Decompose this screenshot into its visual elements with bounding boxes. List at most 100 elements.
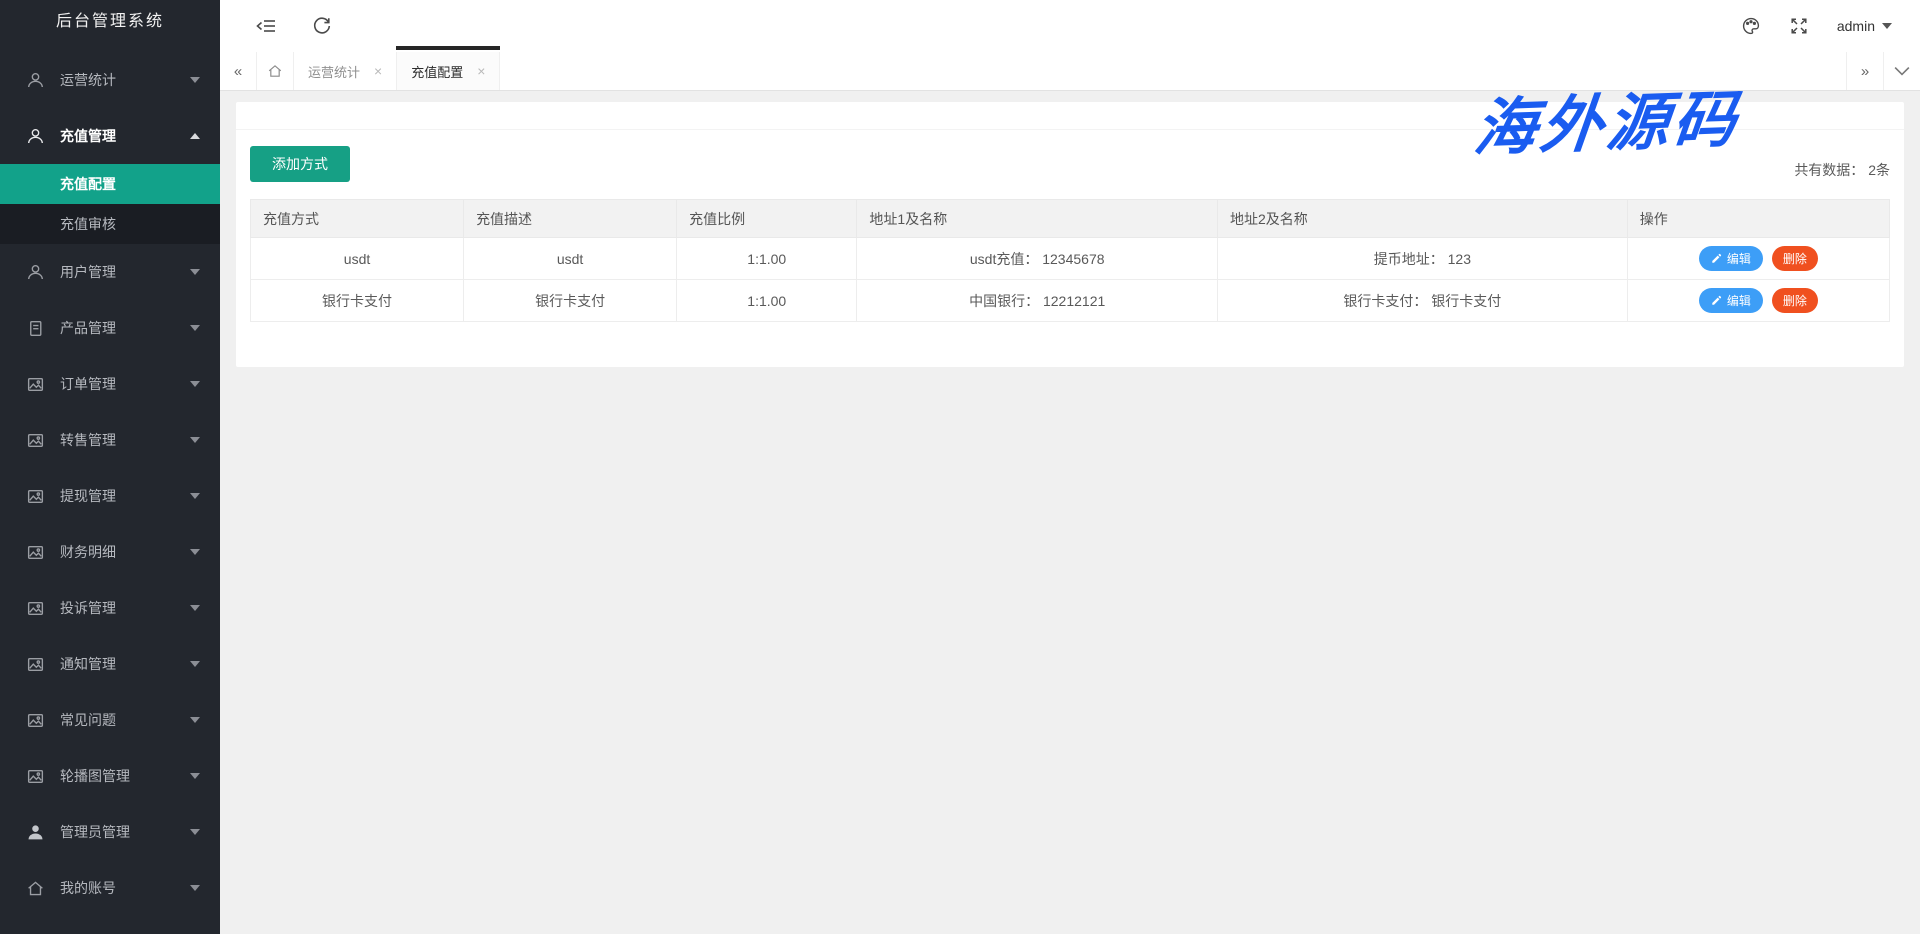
topbar-left (256, 16, 332, 36)
sidebar-subitem-recharge-config[interactable]: 充值配置 (0, 164, 220, 204)
sidebar-item-label: 产品管理 (60, 318, 190, 338)
tab-label: 充值配置 (411, 62, 463, 81)
cell-method: usdt (251, 238, 464, 280)
chevron-down-icon (190, 661, 200, 667)
tab-label: 运营统计 (308, 62, 360, 81)
sidebar-item-user-management[interactable]: 用户管理 (0, 244, 220, 300)
refresh-icon[interactable] (312, 16, 332, 36)
chevron-down-icon (190, 885, 200, 891)
sidebar-item-notice-management[interactable]: 通知管理 (0, 636, 220, 692)
image-icon (26, 431, 45, 450)
sidebar: 后台管理系统 运营统计 充值管理 充值配置 充值审核 (0, 0, 220, 934)
chevron-down-icon (190, 717, 200, 723)
edit-button[interactable]: 编辑 (1699, 288, 1763, 313)
chevron-down-icon (190, 269, 200, 275)
sidebar-item-label: 订单管理 (60, 374, 190, 394)
cell-ratio: 1:1.00 (677, 280, 857, 322)
sidebar-item-resale-management[interactable]: 转售管理 (0, 412, 220, 468)
pencil-icon (1711, 295, 1722, 306)
home-icon (26, 879, 45, 898)
image-icon (26, 711, 45, 730)
sidebar-submenu-recharge: 充值配置 充值审核 (0, 164, 220, 244)
tab-recharge-config[interactable]: 充值配置 × (397, 52, 500, 90)
home-icon (267, 63, 283, 79)
tabbar-spacer (500, 52, 1846, 90)
fullscreen-icon[interactable] (1789, 16, 1809, 36)
cell-ratio: 1:1.00 (677, 238, 857, 280)
col-header-description: 充值描述 (464, 200, 677, 238)
sidebar-item-recharge-management[interactable]: 充值管理 (0, 108, 220, 164)
sidebar-item-label: 运营统计 (60, 70, 190, 90)
sidebar-item-label: 提现管理 (60, 486, 190, 506)
chevron-down-icon (190, 493, 200, 499)
col-header-actions: 操作 (1627, 200, 1889, 238)
chevron-down-icon (190, 325, 200, 331)
sidebar-item-label: 轮播图管理 (60, 766, 190, 786)
add-method-button[interactable]: 添加方式 (250, 146, 350, 182)
content-area: 海外源码 添加方式 共有数据： 2条 充值方式 (220, 91, 1920, 934)
user-icon (26, 127, 45, 146)
sidebar-item-carousel-management[interactable]: 轮播图管理 (0, 748, 220, 804)
edit-label: 编辑 (1727, 292, 1751, 309)
image-icon (26, 543, 45, 562)
chevron-down-icon (190, 605, 200, 611)
sidebar-item-label: 常见问题 (60, 710, 190, 730)
cell-address1: usdt充值： 12345678 (857, 238, 1218, 280)
table-header-row: 充值方式 充值描述 充值比例 地址1及名称 地址2及名称 操作 (251, 200, 1890, 238)
collapse-menu-icon[interactable] (256, 16, 276, 36)
sidebar-item-order-management[interactable]: 订单管理 (0, 356, 220, 412)
cell-description: 银行卡支付 (464, 280, 677, 322)
edit-label: 编辑 (1727, 250, 1751, 267)
card-top-strip (236, 102, 1904, 130)
main-area: admin « 运营统计 × 充值配置 × » (220, 0, 1920, 934)
sidebar-item-label: 财务明细 (60, 542, 190, 562)
image-icon (26, 767, 45, 786)
chevron-down-icon (1894, 63, 1910, 79)
sidebar-item-finance-details[interactable]: 财务明细 (0, 524, 220, 580)
cell-actions: 编辑 删除 (1627, 238, 1889, 280)
edit-button[interactable]: 编辑 (1699, 246, 1763, 271)
cell-address2: 提币地址： 123 (1217, 238, 1627, 280)
delete-button[interactable]: 删除 (1772, 246, 1818, 271)
sidebar-item-admin-management[interactable]: 管理员管理 (0, 804, 220, 860)
image-icon (26, 375, 45, 394)
sidebar-item-faq[interactable]: 常见问题 (0, 692, 220, 748)
chevron-up-icon (190, 133, 200, 139)
image-icon (26, 487, 45, 506)
sidebar-item-my-account[interactable]: 我的账号 (0, 860, 220, 916)
topbar: admin (220, 0, 1920, 52)
home-tab-button[interactable] (257, 52, 294, 90)
total-value: 2条 (1868, 162, 1890, 178)
tab-operation-stats[interactable]: 运营统计 × (294, 52, 397, 90)
image-icon (26, 599, 45, 618)
sidebar-subitem-recharge-review[interactable]: 充值审核 (0, 204, 220, 244)
user-menu[interactable]: admin (1837, 18, 1892, 34)
chevron-down-icon (190, 381, 200, 387)
tabs-scroll-right-button[interactable]: » (1846, 52, 1883, 90)
document-icon (26, 319, 45, 338)
sidebar-item-product-management[interactable]: 产品管理 (0, 300, 220, 356)
total-records: 共有数据： 2条 (1794, 160, 1890, 182)
app-root: 后台管理系统 运营统计 充值管理 充值配置 充值审核 (0, 0, 1920, 934)
cell-address1: 中国银行： 12212121 (857, 280, 1218, 322)
chevron-down-icon (190, 549, 200, 555)
image-icon (26, 655, 45, 674)
sidebar-item-complaint-management[interactable]: 投诉管理 (0, 580, 220, 636)
col-header-address2: 地址2及名称 (1217, 200, 1627, 238)
sidebar-item-label: 管理员管理 (60, 822, 190, 842)
sidebar-item-label: 用户管理 (60, 262, 190, 282)
chevron-down-icon (190, 437, 200, 443)
recharge-config-table: 充值方式 充值描述 充值比例 地址1及名称 地址2及名称 操作 usdt usd… (250, 199, 1890, 322)
sidebar-item-operation-stats[interactable]: 运营统计 (0, 52, 220, 108)
delete-button[interactable]: 删除 (1772, 288, 1818, 313)
close-icon[interactable]: × (374, 64, 382, 78)
delete-label: 删除 (1783, 250, 1807, 267)
sidebar-item-withdrawal-management[interactable]: 提现管理 (0, 468, 220, 524)
user-icon (26, 71, 45, 90)
tabs-menu-button[interactable] (1883, 52, 1920, 90)
theme-palette-icon[interactable] (1741, 16, 1761, 36)
chevron-down-icon (190, 773, 200, 779)
tabs-scroll-left-button[interactable]: « (220, 52, 257, 90)
close-icon[interactable]: × (477, 64, 485, 78)
table-row: 银行卡支付 银行卡支付 1:1.00 中国银行： 12212121 银行卡支付：… (251, 280, 1890, 322)
